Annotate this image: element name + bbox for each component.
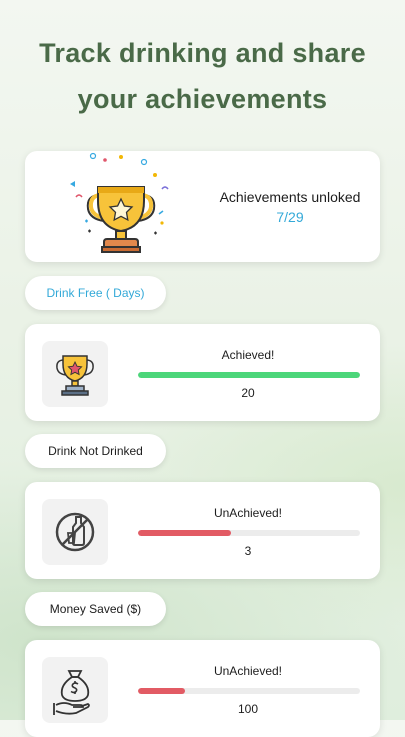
achievement-value: 100 bbox=[237, 702, 259, 716]
icon-tile bbox=[42, 657, 108, 723]
icon-tile bbox=[42, 499, 108, 565]
achievement-status: UnAchieved! bbox=[213, 664, 283, 678]
pill-label: Drink Not Drinked bbox=[48, 444, 143, 458]
icon-tile bbox=[42, 341, 108, 407]
achievements-summary-card[interactable]: Achievements unloked 7/29 bbox=[25, 151, 380, 262]
pill-label: Money Saved ($) bbox=[49, 602, 142, 616]
achievements-unlocked-label: Achievements unloked bbox=[219, 189, 361, 205]
progress-fill bbox=[138, 372, 360, 378]
achievements-count: 7/29 bbox=[276, 209, 304, 225]
achievement-value: 20 bbox=[241, 386, 255, 400]
money-saved-pill[interactable]: Money Saved ($) bbox=[25, 592, 166, 626]
achievement-status: Achieved! bbox=[221, 348, 275, 362]
drink-not-drinked-card[interactable]: UnAchieved! 3 bbox=[25, 482, 380, 579]
progress-fill bbox=[138, 688, 185, 694]
progress-bar bbox=[138, 530, 360, 536]
money-saved-card[interactable]: UnAchieved! 100 bbox=[25, 640, 380, 737]
headline-line-1: Track drinking and share bbox=[39, 38, 366, 68]
headline-line-2: your achievements bbox=[77, 84, 328, 114]
achievement-value: 3 bbox=[244, 544, 252, 558]
drink-not-drinked-pill[interactable]: Drink Not Drinked bbox=[25, 434, 166, 468]
progress-bar bbox=[138, 688, 360, 694]
progress-bar bbox=[138, 372, 360, 378]
progress-fill bbox=[138, 530, 232, 536]
achievement-status: UnAchieved! bbox=[213, 506, 283, 520]
drink-free-days-pill[interactable]: Drink Free ( Days) bbox=[25, 276, 166, 310]
trophy-icon bbox=[62, 151, 172, 267]
headline: Track drinking and share your achievemen… bbox=[0, 30, 405, 122]
pill-label: Drink Free ( Days) bbox=[46, 286, 145, 300]
drink-free-days-card[interactable]: Achieved! 20 bbox=[25, 324, 380, 421]
